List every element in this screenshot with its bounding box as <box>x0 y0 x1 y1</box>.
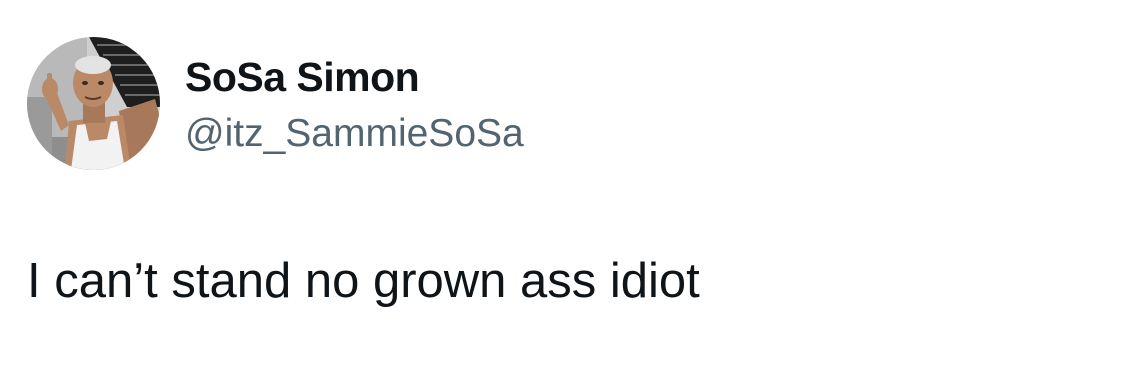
author-handle[interactable]: @itz_SammieSoSa <box>185 110 524 158</box>
avatar[interactable] <box>27 37 160 170</box>
avatar-image <box>27 37 160 170</box>
author-display-name[interactable]: SoSa Simon <box>185 52 420 102</box>
tweet-card: SoSa Simon @itz_SammieSoSa I can’t stand… <box>0 0 1134 378</box>
tweet-text: I can’t stand no grown ass idiot <box>27 254 700 308</box>
